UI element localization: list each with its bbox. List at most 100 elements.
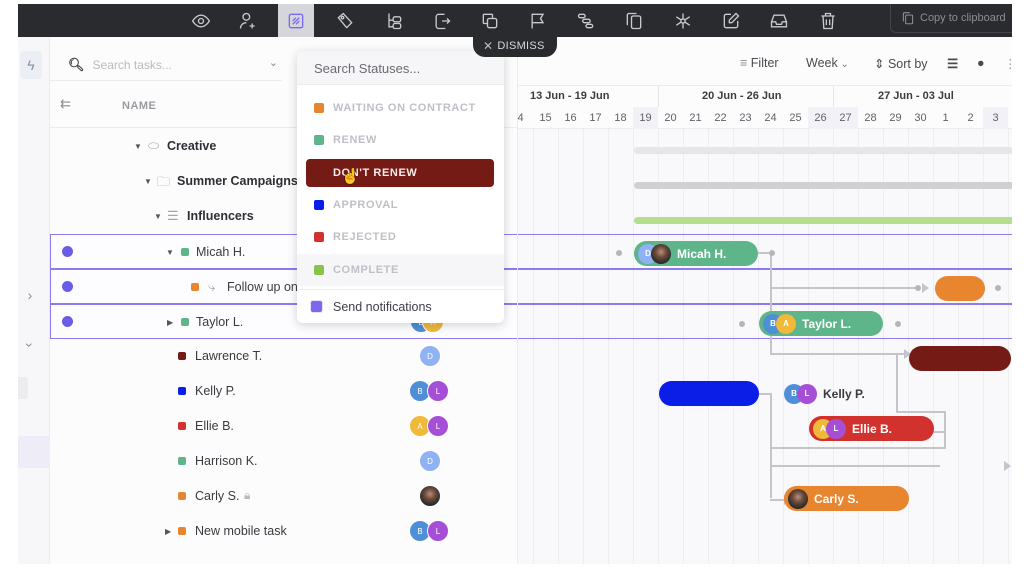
tag-icon[interactable] [327, 4, 363, 37]
task-row[interactable]: ▶ New mobile task B L [50, 514, 517, 549]
task-row[interactable]: Harrison K. D [50, 444, 517, 479]
avatar[interactable] [788, 488, 808, 509]
copy-to-clipboard-button[interactable]: Copy to clipboard [890, 4, 1012, 33]
inbox-icon[interactable] [761, 4, 797, 37]
notify-checkbox[interactable] [310, 300, 323, 313]
caret-down-icon[interactable]: ▼ [154, 212, 162, 221]
gantt-toolbar: ≡ Filter Week ⌄ ⇕ Sort by ☰ ● ⋮ [518, 37, 1012, 85]
status-square[interactable] [178, 422, 186, 430]
status-square[interactable] [191, 283, 199, 291]
avatar[interactable]: L [427, 380, 449, 402]
gantt-icon[interactable] [568, 4, 604, 37]
chevron-right-icon[interactable]: › [18, 287, 42, 303]
task-name: Lawrence T. [195, 349, 263, 363]
add-user-icon[interactable] [230, 4, 266, 37]
day-label: 24 [764, 112, 777, 124]
rail-item[interactable] [18, 377, 28, 399]
search-tasks-input[interactable]: 🔍︎ Search tasks... ⌄ [50, 49, 282, 81]
chevron-down-icon[interactable]: › [22, 333, 38, 357]
gantt-bar[interactable]: B A Taylor L. [759, 311, 883, 336]
day-label: 17 [589, 112, 602, 124]
drag-handle-dot[interactable] [616, 250, 622, 256]
gantt-settings-icon[interactable]: ☰ [947, 56, 958, 71]
gantt-bar[interactable]: Carly S. [784, 486, 909, 511]
status-square[interactable] [181, 318, 189, 326]
trash-icon[interactable] [810, 4, 846, 37]
space-icon: ⬭ [148, 138, 160, 153]
day-label: 23 [739, 112, 752, 124]
task-row[interactable]: Carly S. 🔒︎ [50, 479, 517, 514]
caret-down-icon[interactable]: ▼ [144, 177, 152, 186]
hierarchy-icon[interactable] [376, 4, 412, 37]
filter-button[interactable]: ≡ Filter [740, 56, 779, 70]
avatar[interactable]: D [419, 450, 441, 472]
avatar[interactable]: D [419, 345, 441, 367]
drag-handle-dot[interactable] [915, 285, 921, 291]
caret-right-icon[interactable]: ▶ [167, 318, 173, 327]
status-option[interactable]: APPROVAL [297, 189, 504, 221]
summary-bar[interactable] [634, 147, 1012, 154]
task-row[interactable]: Kelly P. B L [50, 374, 517, 409]
drag-handle-dot[interactable] [995, 285, 1001, 291]
send-notifications-option[interactable]: Send notifications [297, 289, 504, 323]
status-square[interactable] [178, 457, 186, 465]
summary-bar[interactable] [634, 182, 1012, 189]
color-drop-icon[interactable]: ● [977, 56, 985, 70]
rail-selected-item[interactable] [18, 436, 50, 468]
task-row[interactable]: Ellie B. A L [50, 409, 517, 444]
status-square[interactable] [178, 527, 186, 535]
caret-down-icon[interactable]: ▼ [134, 142, 142, 151]
move-icon[interactable] [424, 4, 460, 37]
status-label: RENEW [333, 134, 377, 146]
search-statuses-input[interactable]: Search Statuses... [297, 51, 504, 85]
name-column-header[interactable]: NAME [122, 100, 156, 112]
drag-handle-dot[interactable] [769, 250, 775, 256]
avatar[interactable]: L [826, 418, 846, 439]
duplicate-icon[interactable] [472, 4, 508, 37]
list-icon: ☰ [167, 208, 179, 223]
chevron-down-icon[interactable]: ⌄ [269, 56, 278, 69]
selection-checkbox[interactable] [62, 316, 73, 327]
caret-right-icon[interactable]: ▶ [165, 527, 171, 536]
avatar[interactable] [651, 243, 671, 264]
sort-button[interactable]: ⇕ Sort by [874, 56, 928, 71]
caret-down-icon[interactable]: ▼ [166, 248, 174, 257]
status-option[interactable]: REJECTED [297, 221, 504, 253]
collapse-list-icon[interactable]: ⇇ [60, 96, 71, 112]
selection-checkbox[interactable] [62, 246, 73, 257]
dismiss-button[interactable]: ✕ DISMISS [473, 34, 557, 57]
status-option[interactable]: RENEW [297, 124, 504, 156]
avatar[interactable]: L [427, 415, 449, 437]
status-square[interactable] [178, 387, 186, 395]
gantt-bar[interactable] [935, 276, 985, 301]
copy-icon[interactable] [616, 4, 652, 37]
week-dropdown[interactable]: Week ⌄ [806, 56, 849, 70]
gantt-bar[interactable] [909, 346, 1011, 371]
flag-icon[interactable] [520, 4, 556, 37]
eye-icon[interactable] [183, 4, 219, 37]
status-square[interactable] [181, 248, 189, 256]
summary-bar[interactable] [634, 217, 1012, 224]
status-option[interactable]: DON'T RENEW [306, 159, 494, 187]
gantt-bar[interactable]: D Micah H. [634, 241, 758, 266]
more-icon[interactable]: ⋮ [1004, 56, 1012, 71]
drag-handle-dot[interactable] [895, 321, 901, 327]
drag-handle-dot[interactable] [739, 321, 745, 327]
status-dropdown: Search Statuses... WAITING ON CONTRACT RE… [297, 51, 504, 323]
automation-bolt-icon[interactable]: ϟ [20, 51, 42, 79]
selection-checkbox[interactable] [62, 281, 73, 292]
gantt-bar[interactable] [659, 381, 759, 406]
status-icon[interactable] [278, 4, 314, 37]
avatar-photo[interactable] [419, 485, 441, 507]
avatar[interactable]: A [776, 313, 796, 334]
avatar[interactable]: L [427, 520, 449, 542]
gantt-bar[interactable]: A L Ellie B. [809, 416, 934, 441]
status-square[interactable] [178, 352, 186, 360]
edit-icon[interactable] [713, 4, 749, 37]
dependency-icon[interactable] [665, 4, 701, 37]
status-option[interactable]: WAITING ON CONTRACT [297, 92, 504, 124]
avatar[interactable]: L [797, 383, 817, 404]
status-option[interactable]: COMPLETE [297, 254, 504, 286]
task-row[interactable]: Lawrence T. D [50, 339, 517, 374]
status-square[interactable] [178, 492, 186, 500]
